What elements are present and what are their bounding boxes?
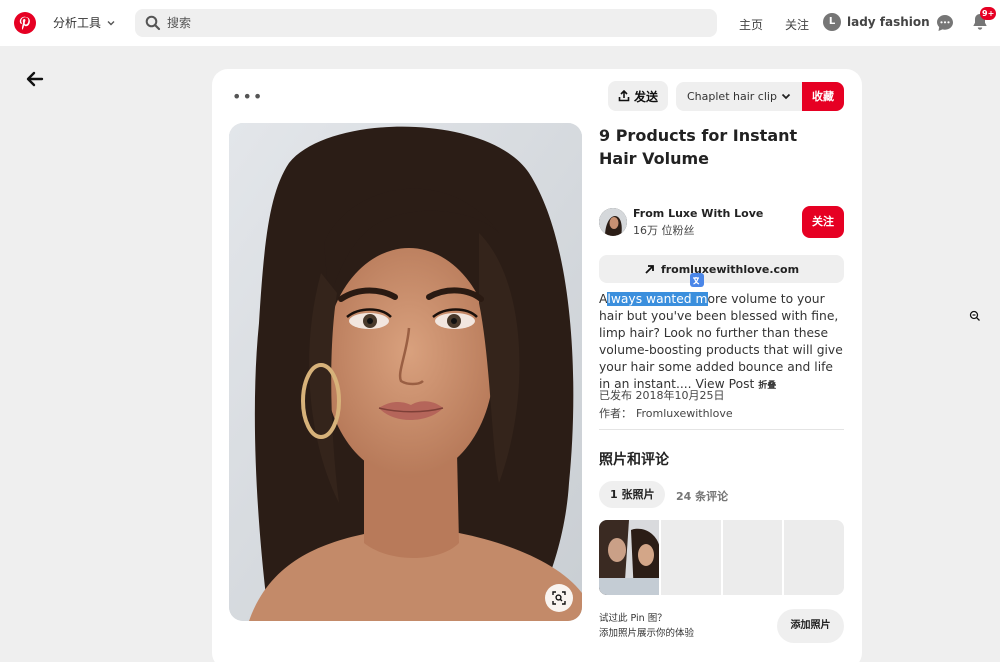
- analytics-menu-label: 分析工具: [53, 16, 102, 30]
- account-menu[interactable]: L lady fashion: [823, 13, 946, 31]
- search-input[interactable]: [167, 9, 707, 37]
- translate-icon[interactable]: [690, 273, 704, 287]
- external-link-arrow-icon: [645, 264, 654, 274]
- top-navigation-bar: 分析工具 主页 关注 L lady fashion 9+: [0, 0, 1000, 46]
- follow-creator-button[interactable]: 关注: [802, 206, 844, 238]
- tab-comments[interactable]: 24 条评论: [676, 488, 728, 504]
- nav-following-link[interactable]: 关注: [785, 16, 809, 33]
- nav-home-link[interactable]: 主页: [739, 16, 763, 33]
- user-photos-grid: [599, 520, 844, 595]
- pin-title: 9 Products for Instant Hair Volume: [599, 126, 798, 168]
- speech-bubble-icon: [937, 15, 953, 31]
- creator-follower-count: 16万 位粉丝: [633, 224, 695, 237]
- source-link-label: fromluxewithlove.com: [660, 262, 800, 276]
- send-button[interactable]: 发送: [608, 81, 668, 111]
- try-pin-hint: 添加照片展示你的体验: [599, 628, 695, 639]
- share-upload-icon: [618, 90, 630, 102]
- creator-name[interactable]: From Luxe With Love: [633, 207, 763, 220]
- section-divider: [599, 429, 844, 430]
- board-selector[interactable]: Chaplet hair clip: [676, 82, 802, 111]
- notification-count-badge: 9+: [980, 7, 997, 20]
- photos-comments-heading: 照片和评论: [599, 452, 669, 468]
- save-button[interactable]: 收藏: [802, 82, 844, 111]
- source-link-button[interactable]: fromluxewithlove.com: [599, 255, 844, 283]
- try-pin-prompt: 试过此 Pin 图？ 添加照片展示你的体验: [599, 611, 694, 641]
- pin-description: Always wanted more volume to your hair b…: [599, 291, 847, 395]
- selected-text-highlight: lways wanted m: [607, 292, 708, 306]
- portrait-photo: [229, 123, 582, 621]
- more-options-button[interactable]: •••: [232, 87, 263, 106]
- author-row: 作者： Fromluxewithlove: [599, 405, 733, 421]
- fold-description-button[interactable]: 折叠: [758, 381, 776, 391]
- tab-photos[interactable]: 1 张照片: [599, 481, 666, 508]
- search-icon: [145, 15, 161, 31]
- creator-avatar[interactable]: [599, 208, 627, 236]
- avatar: L: [823, 13, 841, 31]
- zoom-cursor-icon: [969, 307, 981, 326]
- author-label: 作者：: [599, 407, 632, 420]
- search-bar: [135, 9, 717, 37]
- arrow-left-icon: [26, 71, 44, 87]
- chevron-down-icon: [107, 20, 115, 25]
- empty-photo-slot: [722, 520, 783, 595]
- analytics-menu[interactable]: 分析工具: [53, 14, 116, 31]
- empty-photo-slot: [660, 520, 721, 595]
- board-selector-value: Chaplet hair clip: [687, 90, 777, 103]
- send-button-label: 发送: [633, 89, 658, 104]
- chevron-down-icon: [781, 93, 791, 100]
- visual-search-button[interactable]: [545, 584, 573, 612]
- pinterest-logo-icon[interactable]: [14, 12, 36, 34]
- pin-image[interactable]: [229, 123, 582, 621]
- messages-button[interactable]: [935, 13, 955, 37]
- add-photo-button[interactable]: 添加照片: [777, 609, 844, 643]
- back-button[interactable]: [22, 66, 48, 92]
- lens-search-icon: [552, 591, 566, 605]
- published-date: 已发布 2018年10月25日: [599, 389, 725, 402]
- author-link[interactable]: Fromluxewithlove: [636, 407, 733, 420]
- try-pin-question: 试过此 Pin 图？: [599, 613, 667, 624]
- pin-detail-card: ••• 发送 Chaplet hair clip 收藏 9 Products f…: [212, 69, 862, 662]
- empty-photo-slot: [784, 520, 844, 595]
- user-photo-thumbnail[interactable]: [599, 520, 659, 595]
- account-name: lady fashion: [847, 15, 930, 29]
